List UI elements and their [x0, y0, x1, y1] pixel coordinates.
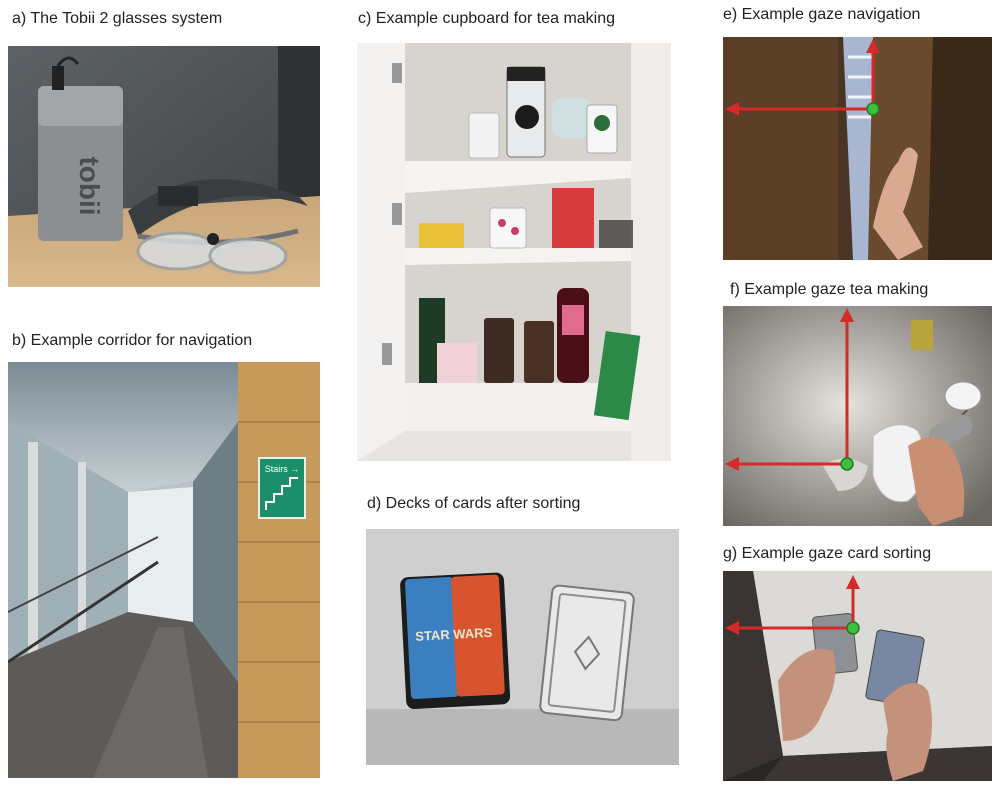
caption-e: e) Example gaze navigation [723, 6, 921, 23]
photo-gaze-tea-making [723, 306, 992, 526]
caption-f: f) Example gaze tea making [730, 281, 929, 298]
caption-b: b) Example corridor for navigation [12, 332, 253, 349]
caption-d: d) Decks of cards after sorting [367, 495, 581, 512]
gaze-point [846, 621, 860, 635]
photo-tobii-glasses: tobii [8, 46, 320, 287]
caption-c: c) Example cupboard for tea making [358, 10, 616, 27]
photo-card-decks: STAR WARS [366, 529, 679, 765]
tobii-logo: tobii [74, 156, 105, 215]
photo-cupboard [357, 43, 671, 461]
caption-g: g) Example gaze card sorting [723, 545, 932, 562]
stairs-sign-text: Stairs → [265, 464, 300, 474]
gaze-point [840, 457, 854, 471]
photo-gaze-card-sorting [723, 571, 992, 781]
gaze-point [866, 102, 880, 116]
caption-a: a) The Tobii 2 glasses system [12, 10, 223, 27]
photo-corridor: Stairs → [8, 362, 320, 778]
photo-gaze-navigation [723, 37, 992, 260]
